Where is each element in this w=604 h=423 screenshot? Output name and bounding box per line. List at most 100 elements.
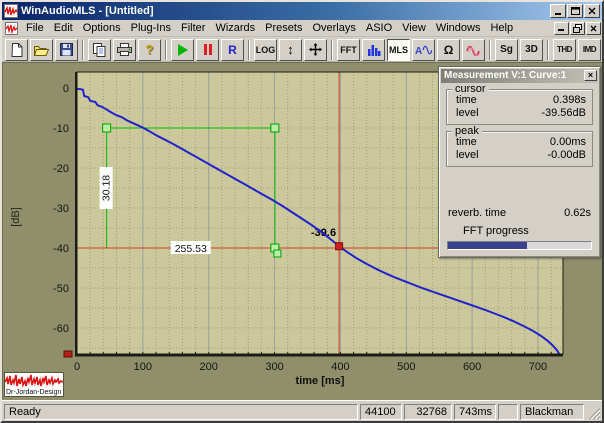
cursor-marker[interactable]	[336, 243, 343, 250]
selection-handle[interactable]	[271, 124, 279, 132]
y-tick-label: -40	[53, 243, 69, 255]
toolbar-separator	[489, 40, 491, 60]
vertical-arrows-icon: ↕	[287, 42, 294, 57]
sg-button[interactable]: Sg	[495, 39, 518, 61]
print-button[interactable]	[113, 39, 136, 61]
x-tick-label: 700	[529, 361, 547, 373]
vertical-zoom-button[interactable]: ↕	[279, 39, 302, 61]
menu-windows[interactable]: Windows	[431, 21, 486, 36]
toolbar-separator	[248, 40, 250, 60]
chart-client-area: 255.5330.18-39.601002003004005006007000-…	[2, 62, 602, 400]
pause-button[interactable]	[196, 39, 219, 61]
mls-button[interactable]: MLS	[387, 39, 410, 61]
signal-generator-button[interactable]: A	[412, 39, 435, 61]
peak-group-label: peak	[452, 125, 482, 137]
resize-grip[interactable]	[587, 404, 600, 420]
menubar: File Edit Options Plug-Ins Filter Wizard…	[2, 20, 602, 37]
measurement-panel-title: Measurement V:1 Curve:1	[444, 70, 566, 81]
menu-overlays[interactable]: Overlays	[307, 21, 360, 36]
thd-button[interactable]: THD	[553, 39, 576, 61]
save-button[interactable]	[55, 39, 78, 61]
help-icon: ?	[146, 42, 154, 57]
menu-asio[interactable]: ASIO	[361, 21, 397, 36]
menu-help[interactable]: Help	[485, 21, 518, 36]
measurement-panel-close-button[interactable]: ×	[584, 70, 597, 81]
reverb-time-row: reverb. time 0.62s	[448, 207, 591, 219]
mdi-close-button[interactable]	[586, 22, 601, 35]
cursor-level-key: level	[456, 107, 479, 120]
window-title: WinAudioMLS - [Untitled]	[21, 5, 549, 17]
menu-filter[interactable]: Filter	[176, 21, 210, 36]
selection-width-label: 255.53	[175, 243, 207, 255]
menu-file[interactable]: File	[21, 21, 49, 36]
y-tick-label: -50	[53, 283, 69, 295]
pause-icon	[204, 44, 212, 55]
toolbar-separator	[547, 40, 549, 60]
spectrum-button[interactable]	[362, 39, 385, 61]
cursor-level-row: level -39.56dB	[447, 107, 592, 120]
left-axis-marker[interactable]	[64, 351, 72, 357]
mdi-restore-icon	[573, 24, 582, 33]
minimize-button[interactable]	[550, 4, 566, 18]
titlebar: WinAudioMLS - [Untitled]	[2, 2, 602, 20]
log-scale-button[interactable]: LOG	[254, 39, 277, 61]
peak-time-value: 0.00ms	[550, 136, 586, 149]
status-window-length: 743ms	[454, 404, 496, 420]
selection-handle[interactable]	[274, 250, 281, 257]
peak-level-row: level -0.00dB	[447, 149, 592, 162]
y-axis-title: [dB]	[10, 207, 22, 227]
mdi-close-icon	[590, 25, 597, 32]
x-tick-label: 300	[265, 361, 283, 373]
record-r-button[interactable]: R	[221, 39, 244, 61]
statusbar: Ready 44100 32768 743ms Blackman	[2, 400, 602, 420]
maximize-button[interactable]	[567, 4, 583, 18]
menu-options[interactable]: Options	[78, 21, 126, 36]
status-fftsize: 32768	[404, 404, 452, 420]
toolbar-separator	[331, 40, 333, 60]
mdi-window-controls	[553, 22, 601, 35]
menu-presets[interactable]: Presets	[260, 21, 307, 36]
peak-time-row: time 0.00ms	[447, 136, 592, 149]
selection-handle[interactable]	[103, 124, 111, 132]
menu-view[interactable]: View	[397, 21, 431, 36]
measurement-panel[interactable]: Measurement V:1 Curve:1 × cursor time 0.…	[438, 66, 601, 258]
menu-edit[interactable]: Edit	[49, 21, 78, 36]
y-tick-label: -30	[53, 203, 69, 215]
wavelet-button[interactable]	[462, 39, 485, 61]
status-fft-window: Blackman	[520, 404, 584, 420]
menu-plugins[interactable]: Plug-Ins	[126, 21, 176, 36]
peak-level-key: level	[456, 149, 479, 162]
help-button[interactable]: ?	[138, 39, 161, 61]
toolbar-separator	[82, 40, 84, 60]
new-button[interactable]	[5, 39, 28, 61]
x-tick-label: 200	[200, 361, 218, 373]
new-page-icon	[11, 43, 23, 57]
fft-button[interactable]: FFT	[337, 39, 360, 61]
y-tick-label: -10	[53, 123, 69, 135]
imd-button[interactable]: IMD	[578, 39, 601, 61]
menu-wizards[interactable]: Wizards	[210, 21, 260, 36]
status-samplerate: 44100	[360, 404, 402, 420]
mdi-restore-button[interactable]	[570, 22, 585, 35]
selection-height-label: 30.18	[101, 175, 113, 201]
three-d-button[interactable]: 3D	[520, 39, 543, 61]
toolbar: ? R LOG ↕ FFT MLS A Ω	[2, 37, 602, 62]
copy-button[interactable]	[88, 39, 111, 61]
play-button[interactable]	[171, 39, 194, 61]
cursor-time-value: 0.398s	[553, 94, 586, 107]
document-icon	[5, 22, 18, 35]
r-icon: R	[228, 43, 237, 57]
open-button[interactable]	[30, 39, 53, 61]
mdi-minimize-button[interactable]	[554, 22, 569, 35]
pan-button[interactable]	[304, 39, 327, 61]
measurement-panel-titlebar[interactable]: Measurement V:1 Curve:1 ×	[441, 69, 598, 83]
reverb-time-value: 0.62s	[564, 207, 591, 219]
x-axis-title: time [ms]	[296, 375, 345, 387]
sine-a-icon: A	[415, 43, 432, 56]
y-tick-label: -20	[53, 163, 69, 175]
impedance-button[interactable]: Ω	[437, 39, 460, 61]
waveform-icon	[5, 373, 63, 389]
close-button[interactable]	[584, 4, 600, 18]
floppy-icon	[60, 43, 73, 56]
y-tick-label: 0	[63, 83, 69, 95]
